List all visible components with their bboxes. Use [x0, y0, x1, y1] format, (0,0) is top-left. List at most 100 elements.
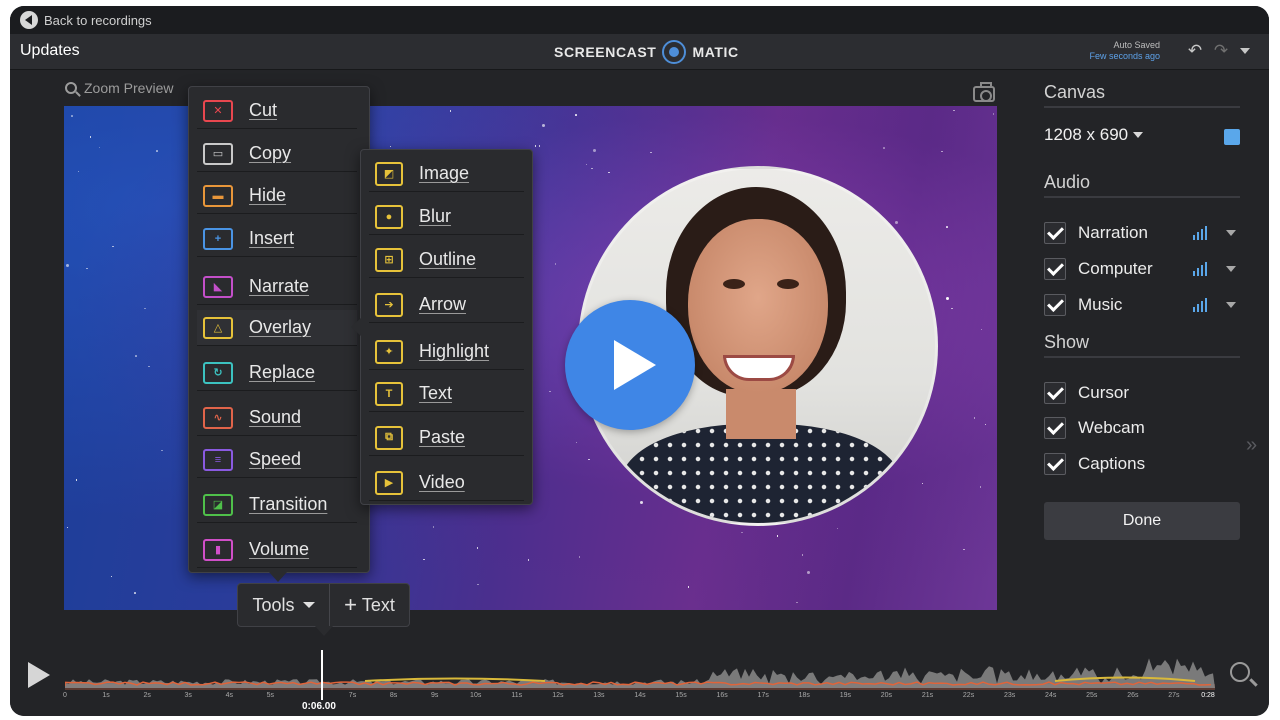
show-option-webcam[interactable]: Webcam — [1044, 415, 1240, 441]
star-decoration — [538, 145, 541, 147]
checkbox-checked[interactable] — [1044, 222, 1066, 244]
project-title[interactable]: Updates — [20, 42, 80, 60]
undo-icon[interactable]: ↶ — [1184, 41, 1206, 61]
star-decoration — [432, 526, 435, 528]
timeline-tick-label: 18s — [798, 692, 810, 699]
star-decoration — [144, 307, 146, 310]
audio-option-narration[interactable]: Narration — [1044, 220, 1240, 246]
arrow-icon: ➔ — [375, 292, 403, 317]
star-decoration — [946, 226, 948, 228]
video-icon: ▶ — [375, 470, 403, 495]
canvas-color-swatch[interactable] — [1224, 129, 1240, 145]
tools-menu-item-transition[interactable]: ◪ Transition — [197, 487, 357, 523]
overlay-menu-item-highlight[interactable]: ✦ Highlight — [369, 334, 524, 370]
timeline-tick-label: 12s — [552, 692, 564, 699]
star-decoration — [534, 145, 537, 147]
audio-level-icon — [1193, 298, 1209, 312]
checkbox-checked[interactable] — [1044, 258, 1066, 280]
tools-menu-item-replace[interactable]: ↻ Replace — [197, 355, 357, 391]
cut-icon: ✕ — [203, 99, 233, 122]
tools-menu-item-label: Volume — [249, 539, 310, 559]
star-decoration — [389, 145, 392, 148]
timeline[interactable]: 0 1s 2s 3s 4s 5s 7s 8s 9s 10s 11s 12s 13s 14s 15s 16s 17… — [10, 640, 1269, 716]
canvas-section-title: Canvas — [1044, 82, 1240, 108]
star-decoration — [836, 527, 839, 530]
chevron-down-icon[interactable] — [1226, 302, 1236, 308]
overlay-menu-item-text[interactable]: T Text — [369, 376, 524, 412]
tools-menu-item-speed[interactable]: ≡ Speed — [197, 442, 357, 478]
checkbox-checked[interactable] — [1044, 417, 1066, 439]
star-decoration — [156, 150, 158, 152]
insert-icon: + — [203, 227, 233, 250]
star-decoration — [992, 113, 995, 115]
play-overlay-button[interactable] — [565, 300, 695, 430]
canvas-size-dropdown[interactable]: 1208 x 690 — [1044, 125, 1144, 145]
audio-option-music[interactable]: Music — [1044, 292, 1240, 318]
timeline-tick-label: 5s — [266, 692, 275, 699]
tools-menu-item-hide[interactable]: ▬ Hide — [197, 178, 357, 214]
star-decoration — [951, 307, 953, 310]
audio-option-computer[interactable]: Computer — [1044, 256, 1240, 282]
narrate-icon: ◣ — [203, 275, 233, 298]
tools-menu-item-narrate[interactable]: ◣ Narrate — [197, 269, 357, 305]
star-decoration — [75, 479, 78, 481]
timeline-end-time: 0:28 — [1201, 692, 1215, 699]
snapshot-camera-icon[interactable] — [973, 82, 995, 102]
audio-option-label: Computer — [1078, 259, 1153, 278]
zoom-preview-button[interactable]: Zoom Preview — [65, 80, 173, 96]
checkbox-checked[interactable] — [1044, 453, 1066, 475]
star-decoration — [980, 328, 983, 331]
tools-menu-item-label: Speed — [249, 449, 302, 469]
checkbox-checked[interactable] — [1044, 382, 1066, 404]
chevron-down-icon[interactable] — [1226, 266, 1236, 272]
star-decoration — [963, 548, 965, 551]
tools-menu-item-label: Cut — [249, 100, 278, 120]
overlay-icon: △ — [203, 316, 233, 339]
tools-menu-item-insert[interactable]: + Insert — [197, 221, 357, 257]
timeline-zoom-icon[interactable] — [1230, 662, 1250, 682]
transition-icon: ◪ — [203, 493, 233, 516]
more-menu-chevron-icon[interactable] — [1240, 48, 1250, 54]
show-option-label: Cursor — [1078, 383, 1130, 402]
timeline-tick-label: 8s — [389, 692, 398, 699]
webcam-person-shirt — [621, 424, 901, 523]
timeline-tick-label: 2s — [143, 692, 151, 699]
timeline-tick-label: 21s — [921, 692, 934, 699]
play-button[interactable] — [28, 662, 50, 688]
tools-menu-item-cut[interactable]: ✕ Cut — [197, 93, 357, 129]
timeline-tick-label: 24s — [1045, 692, 1057, 699]
show-option-captions[interactable]: Captions — [1044, 451, 1240, 477]
star-decoration — [591, 167, 593, 170]
tools-menu-item-overlay[interactable]: △ Overlay — [197, 310, 357, 346]
timeline-tick-label: 27s — [1168, 692, 1180, 699]
collapse-sidebar-icon[interactable]: » — [1246, 434, 1257, 457]
overlay-menu-item-outline[interactable]: ⊞ Outline — [369, 242, 524, 278]
redo-icon[interactable]: ↷ — [1210, 41, 1232, 61]
done-button[interactable]: Done — [1044, 502, 1240, 540]
tools-menu-item-label: Sound — [249, 407, 302, 427]
add-text-button[interactable]: + Text — [330, 584, 409, 626]
checkbox-checked[interactable] — [1044, 294, 1066, 316]
overlay-menu-item-video[interactable]: ▶ Video — [369, 465, 524, 501]
overlay-menu-item-blur[interactable]: ● Blur — [369, 199, 524, 235]
star-decoration — [161, 449, 163, 452]
tools-menu-item-volume[interactable]: ▮ Volume — [197, 532, 357, 568]
star-decoration — [894, 220, 898, 224]
show-option-cursor[interactable]: Cursor — [1044, 380, 1240, 406]
chevron-down-icon[interactable] — [1226, 230, 1236, 236]
timeline-tick-label: 3s — [184, 692, 192, 699]
tools-menu-item-copy[interactable]: ▭ Copy — [197, 136, 357, 172]
overlay-menu-item-label: Text — [419, 383, 453, 403]
copy-icon: ▭ — [203, 142, 233, 165]
tools-dropdown-button[interactable]: Tools — [238, 584, 330, 626]
tools-menu-item-sound[interactable]: ∿ Sound — [197, 400, 357, 436]
overlay-menu-item-label: Outline — [419, 249, 477, 269]
star-decoration — [592, 148, 596, 152]
star-decoration — [549, 390, 551, 393]
back-to-recordings-link[interactable]: Back to recordings — [44, 13, 152, 28]
overlay-menu-item-paste[interactable]: ⧉ Paste — [369, 420, 524, 456]
overlay-menu-item-arrow[interactable]: ➔ Arrow — [369, 287, 524, 323]
timeline-tick-label: 22s — [962, 692, 975, 699]
overlay-menu-item-image[interactable]: ◩ Image — [369, 156, 524, 192]
back-arrow-icon[interactable] — [20, 11, 38, 29]
